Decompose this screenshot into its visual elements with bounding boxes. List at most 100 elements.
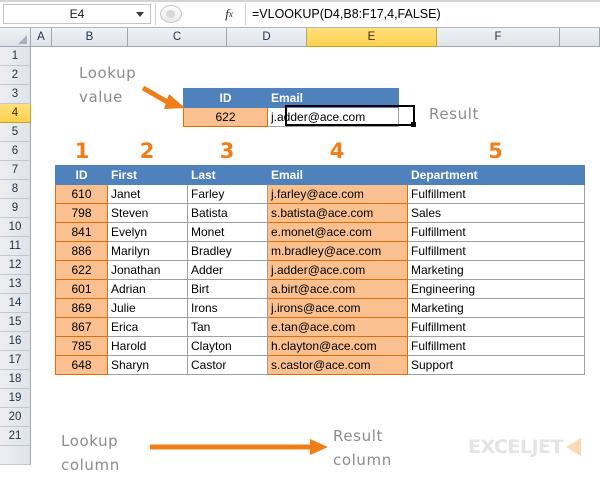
row-header-partial[interactable]	[0, 446, 31, 465]
row-header-12[interactable]: 12	[0, 256, 31, 275]
table-cell[interactable]: 841	[55, 222, 108, 242]
step-number-2: 2	[139, 139, 155, 163]
table-cell[interactable]: Irons	[187, 298, 268, 318]
row-header-1[interactable]: 1	[0, 47, 31, 66]
row-header-3[interactable]: 3	[0, 85, 31, 104]
row-header-18[interactable]: 18	[0, 370, 31, 389]
table-cell[interactable]: Birt	[187, 279, 268, 299]
table-cell[interactable]: 798	[55, 203, 108, 223]
table-cell[interactable]: h.clayton@ace.com	[267, 336, 408, 356]
table-cell[interactable]: 886	[55, 241, 108, 261]
table-cell[interactable]: Clayton	[187, 336, 268, 356]
table-cell[interactable]: Marketing	[407, 298, 585, 318]
row-header-20[interactable]: 20	[0, 408, 31, 427]
table-cell[interactable]: Support	[407, 355, 585, 375]
table-cell[interactable]: 785	[55, 336, 108, 356]
table-cell[interactable]: 601	[55, 279, 108, 299]
table-cell[interactable]: a.birt@ace.com	[267, 279, 408, 299]
fx-icon[interactable]: fx	[218, 5, 240, 23]
column-header-b[interactable]: B	[52, 28, 128, 47]
table-cell[interactable]: Marilyn	[107, 241, 188, 261]
fill-handle[interactable]	[411, 122, 416, 127]
table-cell[interactable]: Fulfillment	[407, 336, 585, 356]
row-header-16[interactable]: 16	[0, 332, 31, 351]
row-header-7[interactable]: 7	[0, 161, 31, 180]
table-cell[interactable]: 648	[55, 355, 108, 375]
select-all-corner[interactable]	[0, 28, 31, 47]
lookup-header-id: ID	[183, 88, 268, 108]
table-cell[interactable]: 867	[55, 317, 108, 337]
table-cell[interactable]: m.bradley@ace.com	[267, 241, 408, 261]
table-row: 867 Erica Tan e.tan@ace.com Fulfillment	[55, 317, 585, 337]
row-header-21[interactable]: 21	[0, 427, 31, 446]
step-number-4: 4	[329, 139, 345, 163]
column-header-partial[interactable]	[560, 28, 600, 47]
table-cell[interactable]: Marketing	[407, 260, 585, 280]
table-cell[interactable]: Harold	[107, 336, 188, 356]
column-header-cell-email: Email	[267, 165, 408, 185]
row-header-2[interactable]: 2	[0, 66, 31, 85]
divider	[155, 3, 156, 25]
row-header-4[interactable]: 4	[0, 104, 31, 123]
table-cell[interactable]: Fulfillment	[407, 184, 585, 204]
row-header-13[interactable]: 13	[0, 275, 31, 294]
table-cell[interactable]: j.farley@ace.com	[267, 184, 408, 204]
column-header-a[interactable]: A	[31, 28, 52, 47]
table-cell[interactable]: s.batista@ace.com	[267, 203, 408, 223]
table-cell[interactable]: Fulfillment	[407, 317, 585, 337]
row-header-11[interactable]: 11	[0, 237, 31, 256]
column-header-f[interactable]: F	[437, 28, 560, 47]
row-header-14[interactable]: 14	[0, 294, 31, 313]
table-cell[interactable]: Adrian	[107, 279, 188, 299]
chevron-down-icon[interactable]	[136, 12, 144, 17]
row-header-19[interactable]: 19	[0, 389, 31, 408]
table-cell[interactable]: Batista	[187, 203, 268, 223]
table-row: 869 Julie Irons j.irons@ace.com Marketing	[55, 298, 585, 318]
table-cell[interactable]: Steven	[107, 203, 188, 223]
lookup-value-cell[interactable]: 622	[183, 107, 268, 127]
name-box[interactable]: E4	[3, 4, 151, 24]
table-cell[interactable]: e.monet@ace.com	[267, 222, 408, 242]
table-cell[interactable]: Farley	[187, 184, 268, 204]
row-header-5[interactable]: 5	[0, 123, 31, 142]
table-row: 622 j.adder@ace.com	[183, 107, 399, 127]
table-cell[interactable]: 869	[55, 298, 108, 318]
table-cell[interactable]: Adder	[187, 260, 268, 280]
table-cell[interactable]: Janet	[107, 184, 188, 204]
row-header-8[interactable]: 8	[0, 180, 31, 199]
table-cell[interactable]: Bradley	[187, 241, 268, 261]
table-cell[interactable]: Fulfillment	[407, 222, 585, 242]
column-header-c[interactable]: C	[128, 28, 227, 47]
table-cell[interactable]: Jonathan	[107, 260, 188, 280]
table-cell[interactable]: Erica	[107, 317, 188, 337]
table-cell[interactable]: Castor	[187, 355, 268, 375]
column-header-cell-first: First	[107, 165, 188, 185]
table-cell[interactable]: Tan	[187, 317, 268, 337]
table-cell[interactable]: Julie	[107, 298, 188, 318]
result-cell[interactable]: j.adder@ace.com	[267, 107, 399, 127]
table-cell[interactable]: 610	[55, 184, 108, 204]
row-header-10[interactable]: 10	[0, 218, 31, 237]
column-header-d[interactable]: D	[227, 28, 307, 47]
formula-input[interactable]: =VLOOKUP(D4,B8:F17,4,FALSE)	[252, 4, 596, 24]
column-header-e[interactable]: E	[307, 28, 437, 47]
table-cell[interactable]: Engineering	[407, 279, 585, 299]
table-cell[interactable]: e.tan@ace.com	[267, 317, 408, 337]
formula-bar-area: E4 fx =VLOOKUP(D4,B8:F17,4,FALSE)	[0, 0, 600, 28]
table-cell[interactable]: Fulfillment	[407, 241, 585, 261]
column-header-cell-department: Department	[407, 165, 585, 185]
table-cell[interactable]: Evelyn	[107, 222, 188, 242]
row-header-6[interactable]: 6	[0, 142, 31, 161]
table-cell[interactable]: s.castor@ace.com	[267, 355, 408, 375]
row-header-9[interactable]: 9	[0, 199, 31, 218]
table-cell[interactable]: Sharyn	[107, 355, 188, 375]
name-box-value: E4	[69, 7, 85, 21]
table-cell[interactable]: j.irons@ace.com	[267, 298, 408, 318]
table-cell[interactable]: 622	[55, 260, 108, 280]
table-cell[interactable]: Monet	[187, 222, 268, 242]
row-header-17[interactable]: 17	[0, 351, 31, 370]
row-header-15[interactable]: 15	[0, 313, 31, 332]
insert-function-button[interactable]	[160, 5, 182, 23]
table-cell[interactable]: j.adder@ace.com	[267, 260, 408, 280]
table-cell[interactable]: Sales	[407, 203, 585, 223]
